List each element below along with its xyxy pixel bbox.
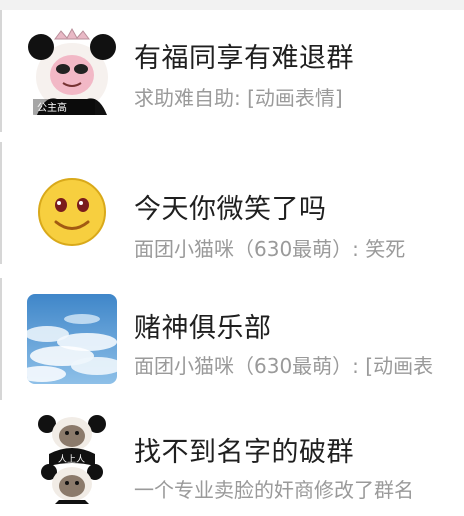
- panda-meme-avatar: 公主高: [27, 25, 117, 115]
- chat-title: 今天你微笑了吗: [134, 194, 327, 225]
- panda-meme-duo-avatar: 人上人: [27, 414, 117, 504]
- chat-list-item[interactable]: 今天你微笑了吗 面团小猫咪（630最萌）: 笑死: [0, 142, 464, 264]
- chat-title: 有福同享有难退群: [134, 43, 354, 74]
- chat-title: 赌神俱乐部: [134, 313, 272, 344]
- top-divider-strip: [0, 0, 464, 10]
- row-edge: [0, 278, 2, 400]
- chat-title: 找不到名字的破群: [134, 437, 354, 468]
- chat-preview: 一个专业卖脸的奸商修改了群名: [134, 478, 414, 502]
- chat-list-item[interactable]: 人上人 找不到名字的破群 一个专业卖脸的奸商修改了群名: [0, 400, 464, 516]
- svg-text:公主高: 公主高: [37, 101, 67, 114]
- chat-preview: 面团小猫咪（630最萌）: 笑死: [134, 237, 406, 261]
- row-edge: [0, 142, 2, 264]
- chat-preview: 求助难自助: [动画表情]: [134, 86, 343, 110]
- chat-list-item[interactable]: 公主高 有福同享有难退群 求助难自助: [动画表情]: [0, 10, 464, 132]
- svg-text:人上人: 人上人: [58, 454, 85, 465]
- chat-preview: 面团小猫咪（630最萌）: [动画表: [134, 354, 434, 378]
- chat-list-item[interactable]: 赌神俱乐部 面团小猫咪（630最萌）: [动画表: [0, 278, 464, 400]
- smiley-face-avatar: [27, 167, 117, 257]
- clouds-sky-avatar: [27, 294, 117, 384]
- row-edge: [0, 10, 2, 132]
